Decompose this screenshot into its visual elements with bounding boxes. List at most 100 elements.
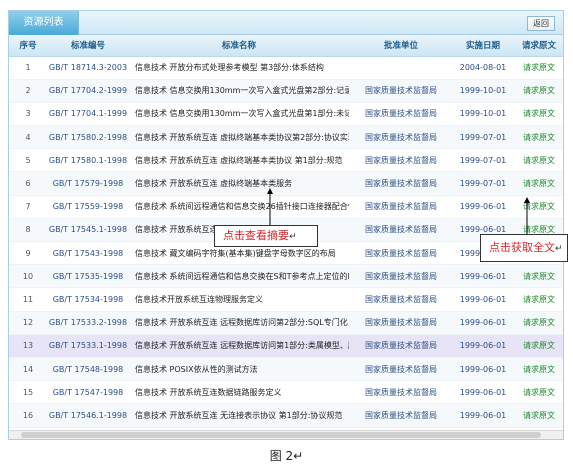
cell-std-name[interactable]: 信息技术 开放系统互连 无连接表示协议 第1部分:协议规范 [129, 403, 349, 428]
cell-seq: 5 [9, 148, 47, 173]
cell-seq: 7 [9, 195, 47, 219]
request-original-link[interactable]: 请求原文 [513, 334, 563, 358]
table-row: 12 GB/T 17533.2-1998 信息技术 开放系统互连 远程数据库访问第2… [9, 311, 563, 335]
cell-implement-date: 1999-06-01 [453, 195, 513, 219]
full-text-callout: 点击获取全文↵ [480, 234, 568, 262]
cell-seq: 14 [9, 357, 47, 382]
figure-caption: 图 2↵ [269, 449, 304, 463]
cell-std-number[interactable]: GB/T 17579-1998 [47, 171, 129, 196]
request-original-link[interactable]: 请求原文 [513, 171, 563, 196]
cell-seq: 16 [9, 403, 47, 428]
table-row: 11 GB/T 17534-1998 信息技术开放系统互连物理服务定义 国家质量技术监… [9, 287, 563, 312]
cell-approving-org: 国家质量技术监督局 [349, 264, 453, 289]
scrollbar-thumb[interactable] [21, 432, 541, 438]
request-original-link[interactable]: 请求原文 [513, 357, 563, 382]
cell-std-number[interactable]: GB/T 17543-1998 [47, 241, 129, 266]
back-button[interactable]: 返回 [527, 16, 555, 31]
request-original-link[interactable]: 请求原文 [513, 125, 563, 150]
return-mark: ↵ [289, 232, 297, 242]
cell-std-number[interactable]: GB/T 17546.1-1998 [47, 403, 129, 428]
cell-seq: 11 [9, 287, 47, 312]
cell-implement-date: 1999-06-01 [453, 380, 513, 405]
table-row: 5 GB/T 17580.1-1998 信息技术 开放系统互连 虚拟终端基本类协议 … [9, 148, 563, 173]
cell-seq: 4 [9, 125, 47, 150]
cell-std-number[interactable]: GB/T 17533.2-1998 [47, 311, 129, 335]
cell-seq: 3 [9, 102, 47, 127]
table-row: 1 GB/T 18714.3-2003 信息技术 开放分布式处理参考模型 第3部分:… [9, 56, 563, 80]
cell-std-name[interactable]: 信息技术 开放系统互连 虚拟终端基本类服务 [129, 171, 349, 196]
cell-std-name[interactable]: 信息技术 开放分布式处理参考模型 第3部分:体系结构 [129, 56, 349, 80]
cell-std-number[interactable]: GB/T 17580.1-1998 [47, 148, 129, 173]
cell-implement-date: 1999-10-01 [453, 102, 513, 127]
cell-std-number[interactable]: GB/T 17559-1998 [47, 195, 129, 219]
cell-std-name[interactable]: 信息技术开放系统互连物理服务定义 [129, 287, 349, 312]
cell-std-name[interactable]: 信息技术 POSIX依从性的测试方法 [129, 357, 349, 382]
cell-approving-org: 国家质量技术监督局 [349, 334, 453, 358]
cell-implement-date: 1999-07-01 [453, 148, 513, 173]
request-original-link[interactable]: 请求原文 [513, 311, 563, 335]
cell-std-name[interactable]: 信息技术 开放系统互连 虚拟终端基本类协议第2部分:协议实现 [129, 125, 349, 150]
cell-implement-date: 1999-06-01 [453, 334, 513, 358]
cell-std-number[interactable]: GB/T 17580.2-1998 [47, 125, 129, 150]
cell-std-number[interactable]: GB/T 17547-1998 [47, 380, 129, 405]
cell-approving-org: 国家质量技术监督局 [349, 380, 453, 405]
column-header-date: 实施日期 [453, 35, 513, 57]
return-mark: ↵ [555, 244, 563, 254]
column-header-org: 批准单位 [349, 35, 453, 57]
cell-std-number[interactable]: GB/T 17704.1-1999 [47, 102, 129, 127]
table-row: 15 GB/T 17547-1998 信息技术 开放系统互连数据链路服务定义 国家质量… [9, 380, 563, 405]
cell-std-name[interactable]: 信息技术 系统间远程通信和信息交换26插针接口连接器配合性尺 [129, 195, 349, 219]
cell-std-number[interactable]: GB/T 18714.3-2003 [47, 56, 129, 80]
abstract-callout-text: 点击查看摘要 [223, 229, 289, 242]
request-original-link[interactable]: 请求原文 [513, 102, 563, 127]
column-header-std-name: 标准名称 [129, 35, 349, 57]
cell-implement-date: 1999-06-01 [453, 403, 513, 428]
panel-header: 资源列表 返回 [9, 11, 563, 35]
cell-seq: 10 [9, 264, 47, 289]
cell-std-name[interactable]: 信息技术 开放系统互连 远程数据库访问第2部分:SQL专门化 [129, 311, 349, 335]
cell-std-name[interactable]: 信息技术 开放系统互连数据链路服务定义 [129, 380, 349, 405]
cell-approving-org: 国家质量技术监督局 [349, 287, 453, 312]
cell-implement-date: 1999-07-01 [453, 171, 513, 196]
cell-approving-org: 国家质量技术监督局 [349, 403, 453, 428]
column-header-seq: 序号 [9, 35, 47, 57]
cell-std-name[interactable]: 信息技术 开放系统互连 虚拟终端基本类协议 第1部分:规范 [129, 148, 349, 173]
request-original-link[interactable]: 请求原文 [513, 195, 563, 219]
cell-approving-org: 国家质量技术监督局 [349, 171, 453, 196]
tab-resource-list[interactable]: 资源列表 [9, 11, 79, 35]
cell-seq: 13 [9, 334, 47, 358]
cell-seq: 12 [9, 311, 47, 335]
request-original-link[interactable]: 请求原文 [513, 56, 563, 80]
cell-approving-org: 国家质量技术监督局 [349, 195, 453, 219]
cell-implement-date: 1999-10-01 [453, 79, 513, 103]
column-header-std-no: 标准编号 [47, 35, 129, 57]
request-original-link[interactable]: 请求原文 [513, 148, 563, 173]
request-original-link[interactable]: 请求原文 [513, 403, 563, 428]
cell-std-number[interactable]: GB/T 17548-1998 [47, 357, 129, 382]
cell-std-name[interactable]: 信息技术 开放系统互连 远程数据库访问第1部分:类属模型、服 [129, 334, 349, 358]
request-original-link[interactable]: 请求原文 [513, 264, 563, 289]
cell-approving-org: 国家质量技术监督局 [349, 311, 453, 335]
cell-implement-date: 1999-06-01 [453, 264, 513, 289]
cell-std-name[interactable]: 信息技术 信息交换用130mm一次写入盒式光盘第1部分:未记 [129, 102, 349, 127]
cell-seq: 9 [9, 241, 47, 266]
cell-approving-org: 国家质量技术监督局 [349, 241, 453, 266]
cell-std-number[interactable]: GB/T 17533.1-1998 [47, 334, 129, 358]
cell-approving-org: 国家质量技术监督局 [349, 357, 453, 382]
cell-std-number[interactable]: GB/T 17704.2-1999 [47, 79, 129, 103]
request-original-link[interactable]: 请求原文 [513, 287, 563, 312]
request-original-link[interactable]: 请求原文 [513, 380, 563, 405]
cell-std-name[interactable]: 信息技术 信息交换用130mm一次写入盒式光盘第2部分:记录 [129, 79, 349, 103]
table-row: 2 GB/T 17704.2-1999 信息技术 信息交换用130mm一次写入盒式光… [9, 79, 563, 103]
cell-std-number[interactable]: GB/T 17534-1998 [47, 287, 129, 312]
request-original-link[interactable]: 请求原文 [513, 79, 563, 103]
table-row: 3 GB/T 17704.1-1999 信息技术 信息交换用130mm一次写入盒式光… [9, 102, 563, 127]
table-row: 14 GB/T 17548-1998 信息技术 POSIX依从性的测试方法 国家质量技… [9, 357, 563, 382]
cell-std-number[interactable]: GB/T 17545.1-1998 [47, 218, 129, 243]
cell-std-name[interactable]: 信息技术 系统间远程通信和信息交换在S和T参考点上定位的IS [129, 264, 349, 289]
table-row: 13 GB/T 17533.1-1998 信息技术 开放系统互连 远程数据库访问第1… [9, 334, 563, 358]
horizontal-scrollbar[interactable] [9, 430, 563, 439]
cell-seq: 1 [9, 56, 47, 80]
cell-std-number[interactable]: GB/T 17535-1998 [47, 264, 129, 289]
cell-approving-org: 国家质量技术监督局 [349, 125, 453, 150]
